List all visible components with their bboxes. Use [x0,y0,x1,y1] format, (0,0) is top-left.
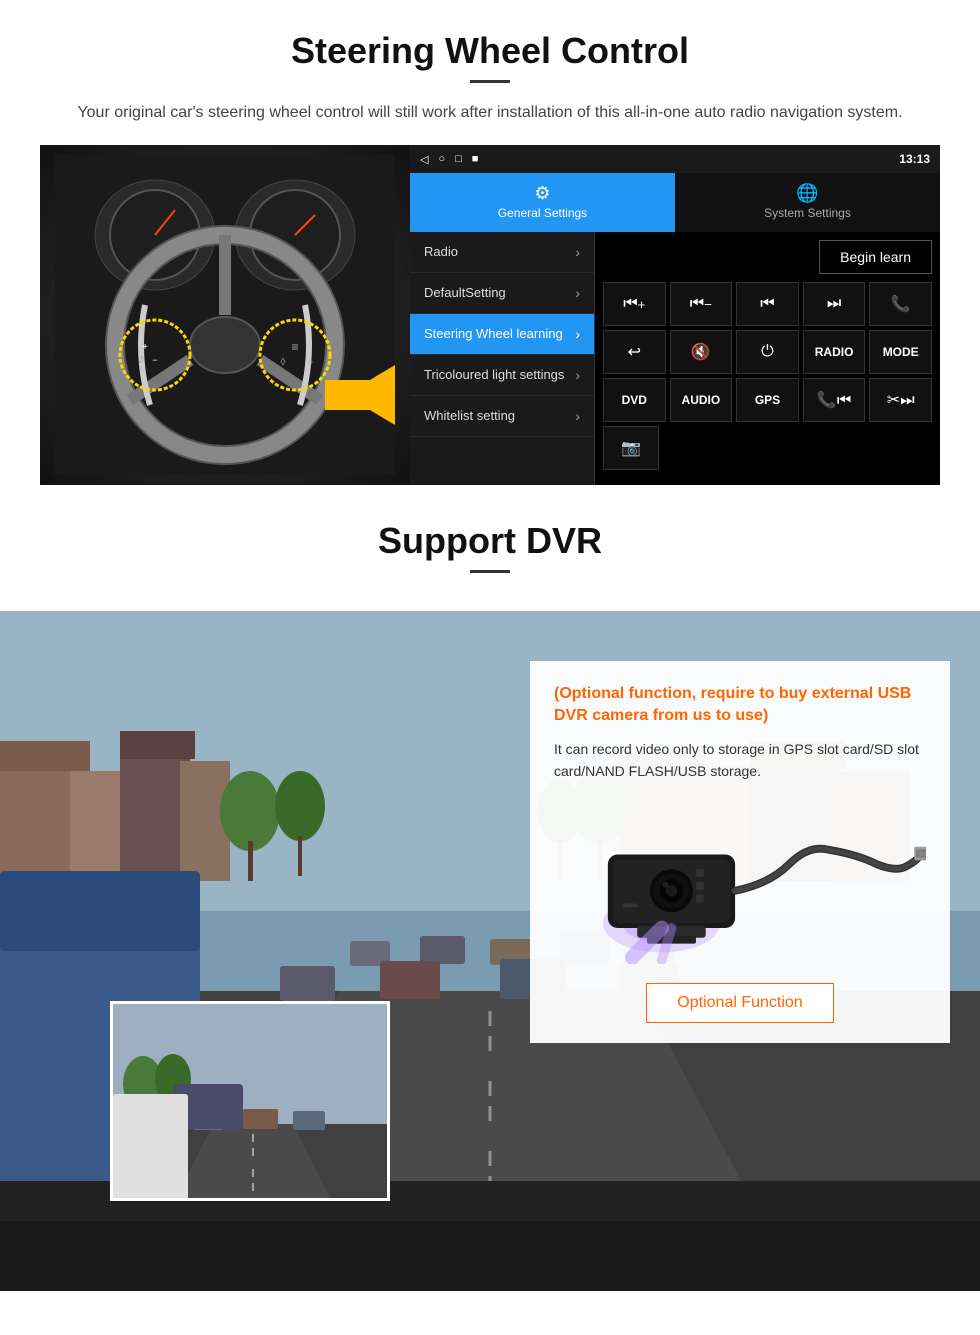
android-menu: Radio › DefaultSetting › Steering Wheel … [410,232,595,485]
dvr-desc-text: It can record video only to storage in G… [554,738,926,783]
statusbar-nav-icons: ◁ ○ □ ■ [420,153,478,166]
steering-image: + − ♪ ≡ ○ ◊ [40,145,410,485]
tab-system-label: System Settings [764,206,851,220]
tab-general-settings[interactable]: ⚙ General Settings [410,173,675,232]
chevron-right-icon-3: › [575,326,580,342]
android-tabs: ⚙ General Settings 🌐 System Settings [410,173,940,232]
chevron-right-icon: › [575,244,580,260]
android-right-panel: Begin learn ⏮+ ⏮− ⏮ ⏭ 📞 ↩ 🔇 ⏻ RADIO [595,232,940,485]
ctrl-prev[interactable]: ⏮ [736,282,799,326]
ctrl-mode[interactable]: MODE [869,330,932,374]
ctrl-next[interactable]: ⏭ [803,282,866,326]
svg-text:≡: ≡ [291,340,298,354]
recents-icon: □ [455,153,462,165]
control-grid: ⏮+ ⏮− ⏮ ⏭ 📞 ↩ 🔇 ⏻ RADIO MODE DVD AUDIO [603,282,932,422]
android-content: Radio › DefaultSetting › Steering Wheel … [410,232,940,485]
ctrl-vol-down[interactable]: ⏮− [670,282,733,326]
optional-fn-btn-container: Optional Function [554,975,926,1023]
chevron-right-icon-5: › [575,408,580,424]
menu-radio-label: Radio [424,244,458,260]
dvr-thumb-visual [113,1004,387,1198]
menu-item-defaultsetting[interactable]: DefaultSetting › [410,273,594,314]
dvr-title-divider [470,570,510,573]
menu-item-tricoloured[interactable]: Tricoloured light settings › [410,355,594,396]
dvr-section: Support DVR [0,485,980,1291]
dvr-title-area: Support DVR [0,485,980,611]
begin-learn-button[interactable]: Begin learn [819,240,932,274]
menu-item-radio[interactable]: Radio › [410,232,594,273]
svg-text:−: − [152,355,157,365]
dvr-camera-svg [554,794,926,964]
begin-learn-row: Begin learn [603,240,932,274]
dvr-background: (Optional function, require to buy exter… [0,611,980,1291]
ctrl-call-prev[interactable]: 📞⏮ [803,378,866,422]
menu-whitelist-label: Whitelist setting [424,408,515,424]
steering-section: Steering Wheel Control Your original car… [0,0,980,485]
dvr-title: Support DVR [40,520,940,562]
menu-steering-label: Steering Wheel learning [424,326,563,342]
chevron-right-icon-2: › [575,285,580,301]
dvr-optional-text: (Optional function, require to buy exter… [554,683,926,728]
ctrl-mute[interactable]: 🔇 [670,330,733,374]
steering-wheel-svg: + − ♪ ≡ ○ ◊ [55,155,395,475]
title-divider [470,80,510,83]
svg-text:♪: ♪ [138,350,145,366]
tab-general-label: General Settings [498,206,587,220]
menu-item-steering-learning[interactable]: Steering Wheel learning › [410,314,594,355]
menu-tricoloured-label: Tricoloured light settings [424,367,564,383]
svg-text:○: ○ [307,357,313,368]
ctrl-back[interactable]: ↩ [603,330,666,374]
optional-function-button[interactable]: Optional Function [646,983,833,1023]
statusbar-time: 13:13 [899,152,930,166]
ctrl-audio[interactable]: AUDIO [670,378,733,422]
dvr-thumbnail [110,1001,390,1201]
ctrl-gps[interactable]: GPS [736,378,799,422]
chevron-right-icon-4: › [575,367,580,383]
android-panel: ◁ ○ □ ■ 13:13 ⚙ General Settings 🌐 Syste… [410,145,940,485]
ctrl-dvd[interactable]: DVD [603,378,666,422]
dvr-info-card: (Optional function, require to buy exter… [530,661,950,1043]
extra-btn-row: 📷 [603,426,932,470]
ctrl-phone[interactable]: 📞 [869,282,932,326]
steering-panel: + − ♪ ≡ ○ ◊ ◁ ○ □ ■ 13:13 [40,145,940,485]
ctrl-cut-next[interactable]: ✂⏭ [869,378,932,422]
page-title: Steering Wheel Control [40,30,940,72]
steering-subtitle: Your original car's steering wheel contr… [60,101,920,125]
menu-default-label: DefaultSetting [424,285,506,301]
ctrl-camera[interactable]: 📷 [603,426,659,470]
settings-icon: ⚙ [416,183,669,204]
system-icon: 🌐 [681,183,934,204]
dvr-camera-illustration [554,799,926,959]
home-icon: ○ [438,153,445,165]
back-icon: ◁ [420,153,428,166]
android-statusbar: ◁ ○ □ ■ 13:13 [410,145,940,173]
ctrl-radio[interactable]: RADIO [803,330,866,374]
ctrl-power[interactable]: ⏻ [736,330,799,374]
ctrl-vol-up[interactable]: ⏮+ [603,282,666,326]
menu-item-whitelist[interactable]: Whitelist setting › [410,396,594,437]
svg-text:◊: ◊ [281,357,286,368]
dvr-thumb-svg [113,1004,390,1201]
tab-system-settings[interactable]: 🌐 System Settings [675,173,940,232]
menu-icon: ■ [472,153,479,165]
